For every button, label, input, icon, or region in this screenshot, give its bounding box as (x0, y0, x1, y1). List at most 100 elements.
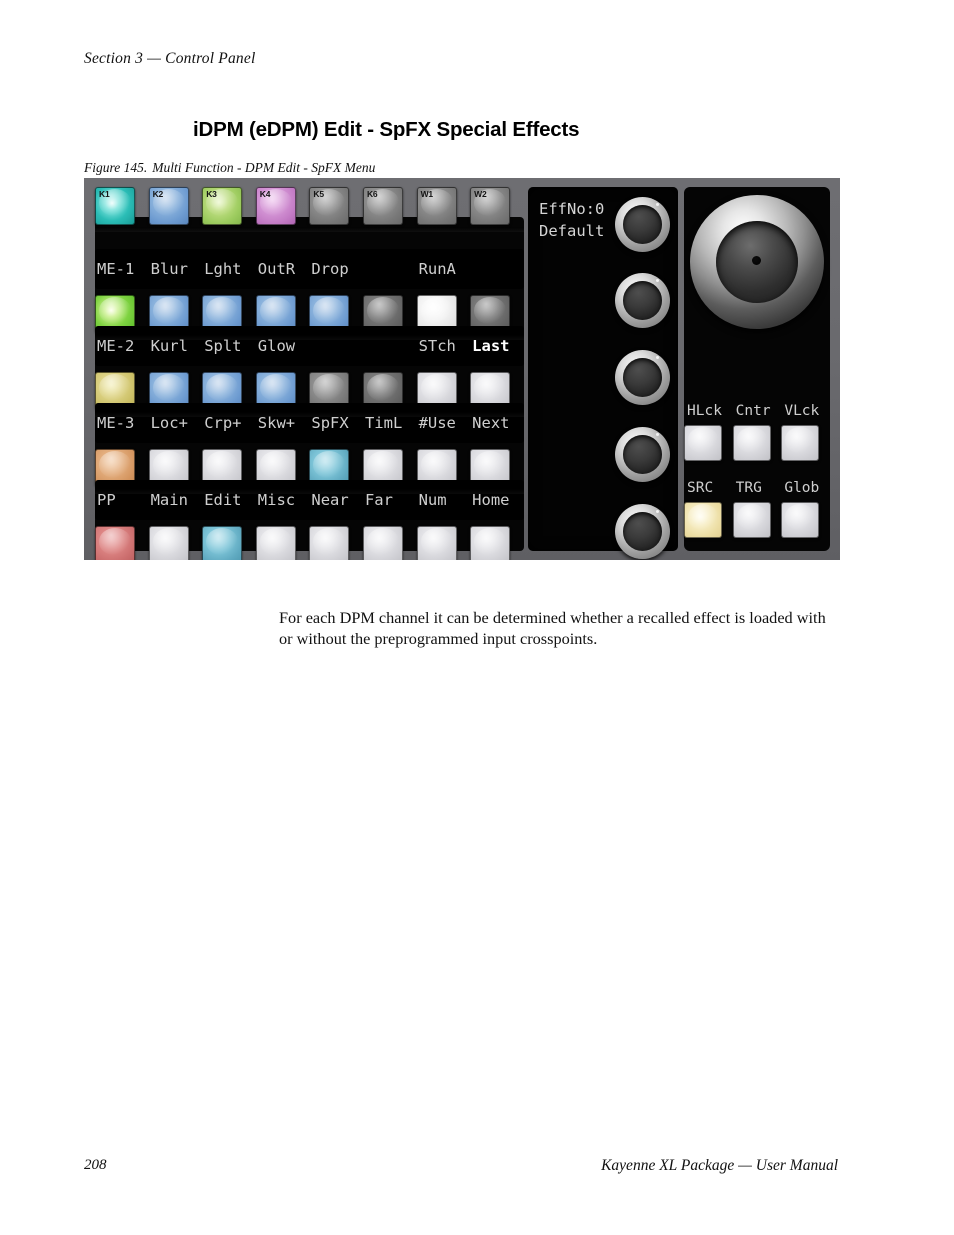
effect-readout: EffNo:0 Default (539, 198, 604, 242)
panel-button-vlck[interactable] (781, 425, 820, 461)
soft-label: Kurl (150, 337, 188, 355)
soft-label: Last (472, 337, 510, 355)
panel-button-k3[interactable]: K3 (202, 187, 243, 225)
soft-label: Near (311, 491, 349, 509)
body-paragraph: For each DPM channel it can be determine… (279, 608, 826, 648)
page-title: iDPM (eDPM) Edit - SpFX Special Effects (193, 117, 580, 141)
joystick-mode-label: SRC (687, 480, 714, 496)
panel-button-r5c5[interactable] (309, 526, 350, 560)
button-cell (202, 526, 256, 560)
joystick-module: HLck Cntr VLck SRC TRG Glob (684, 187, 830, 551)
joystick-lock-label: Cntr (735, 403, 771, 419)
figure-caption-text: Multi Function - DPM Edit - SpFX Menu (152, 160, 376, 175)
button-cell (95, 526, 149, 560)
effect-number-line: EffNo:0 (539, 200, 605, 218)
button-key-label: K2 (152, 189, 164, 199)
knob-1[interactable] (615, 197, 670, 252)
button-cell: K6 (362, 187, 417, 225)
knob-4[interactable] (615, 427, 670, 482)
soft-label: TimL (364, 414, 403, 432)
label-strip-3: ME-3 Loc+ Crp+ Skw+ SpFX TimL #Use Next (95, 403, 524, 443)
soft-label: Next (472, 414, 510, 432)
soft-label: STch (418, 337, 456, 355)
soft-label: ME-3 (97, 414, 135, 432)
button-cell (470, 526, 524, 560)
panel-button-hlck[interactable] (684, 425, 722, 461)
effect-name-line: Default (539, 222, 605, 240)
soft-label: ME-2 (97, 337, 135, 355)
running-head: Section 3 — Control Panel (84, 50, 256, 67)
button-key-label: W1 (420, 189, 434, 199)
button-matrix-module: K1 K2 K3 K4 K5 K6 W1 W2 ME-1 Blur Lght OutR Drop RunA… (95, 187, 524, 560)
label-strip-1: ME-1 Blur Lght OutR Drop RunA (95, 249, 524, 289)
soft-label: Loc+ (150, 414, 188, 432)
soft-label: Misc (257, 491, 296, 509)
panel-button-k2[interactable]: K2 (148, 187, 189, 225)
panel-button-glob[interactable] (781, 502, 820, 538)
button-cell: K5 (309, 187, 363, 225)
joystick-lock-labels: HLck Cntr VLck (684, 403, 830, 419)
button-key-label: K6 (366, 189, 378, 199)
joystick-control[interactable] (690, 195, 824, 329)
button-cell (684, 425, 733, 461)
button-row-1: K1 K2 K3 K4 K5 K6 W1 W2 (95, 187, 524, 225)
button-cell (684, 502, 733, 538)
joystick-mode-labels: SRC TRG Glob (684, 480, 830, 496)
button-key-label: K1 (99, 189, 110, 199)
soft-label: Crp+ (204, 414, 242, 432)
control-panel-surface: K1 K2 K3 K4 K5 K6 W1 W2 ME-1 Blur Lght OutR Drop RunA… (84, 178, 840, 560)
button-cell (362, 526, 417, 560)
panel-button-k6[interactable]: K6 (362, 187, 403, 225)
panel-button-src[interactable] (684, 502, 722, 538)
button-cell: W2 (470, 187, 524, 225)
button-key-label: K4 (259, 189, 271, 199)
joystick-lock-label: VLck (784, 403, 820, 419)
button-cell (309, 526, 363, 560)
button-cell (732, 502, 782, 538)
joystick-mode-label: Glob (784, 480, 820, 496)
knob-3[interactable] (615, 350, 670, 405)
panel-button-r5c7[interactable] (416, 526, 457, 560)
panel-button-w2[interactable]: W2 (470, 187, 511, 225)
soft-label: PP (97, 491, 116, 509)
panel-button-r5c3[interactable] (202, 526, 243, 560)
soft-label: Splt (204, 337, 242, 355)
soft-label: SpFX (311, 414, 349, 432)
soft-label: Edit (204, 491, 242, 509)
panel-button-w1[interactable]: W1 (416, 187, 457, 225)
joystick-mode-buttons (684, 502, 830, 538)
soft-label: OutR (257, 260, 296, 278)
page-number: 208 (84, 1157, 107, 1173)
button-cell (416, 526, 471, 560)
panel-button-r5c8[interactable] (470, 526, 511, 560)
panel-button-r5c1[interactable] (95, 526, 135, 560)
button-cell (781, 425, 830, 461)
knob-5[interactable] (615, 504, 670, 559)
soft-label: Glow (257, 337, 296, 355)
label-strip-4: PP Main Edit Misc Near Far Num Home (95, 480, 524, 520)
menu-display-module: EffNo:0 Default (528, 187, 678, 559)
button-cell: K1 (95, 187, 149, 225)
panel-button-k5[interactable]: K5 (309, 187, 350, 225)
button-cell (732, 425, 782, 461)
button-cell: K4 (255, 187, 310, 225)
button-cell (255, 526, 310, 560)
panel-button-cntr[interactable] (732, 425, 771, 461)
panel-button-r5c6[interactable] (362, 526, 403, 560)
button-cell: K3 (202, 187, 256, 225)
soft-label: Far (364, 491, 393, 509)
joystick-mode-label: TRG (735, 480, 762, 496)
button-cell (148, 526, 203, 560)
panel-button-k1[interactable]: K1 (95, 187, 135, 225)
panel-button-r5c2[interactable] (148, 526, 189, 560)
panel-button-r5c4[interactable] (255, 526, 296, 560)
button-cell (781, 502, 830, 538)
soft-label: ME-1 (97, 260, 135, 278)
soft-label: Lght (204, 260, 242, 278)
button-key-label: K3 (206, 189, 217, 199)
panel-button-trg[interactable] (732, 502, 771, 538)
control-panel-figure: K1 K2 K3 K4 K5 K6 W1 W2 ME-1 Blur Lght OutR Drop RunA… (84, 178, 840, 560)
figure-caption: Figure 145. Multi Function - DPM Edit - S… (84, 160, 375, 176)
panel-button-k4[interactable]: K4 (255, 187, 296, 225)
knob-2[interactable] (615, 273, 670, 328)
